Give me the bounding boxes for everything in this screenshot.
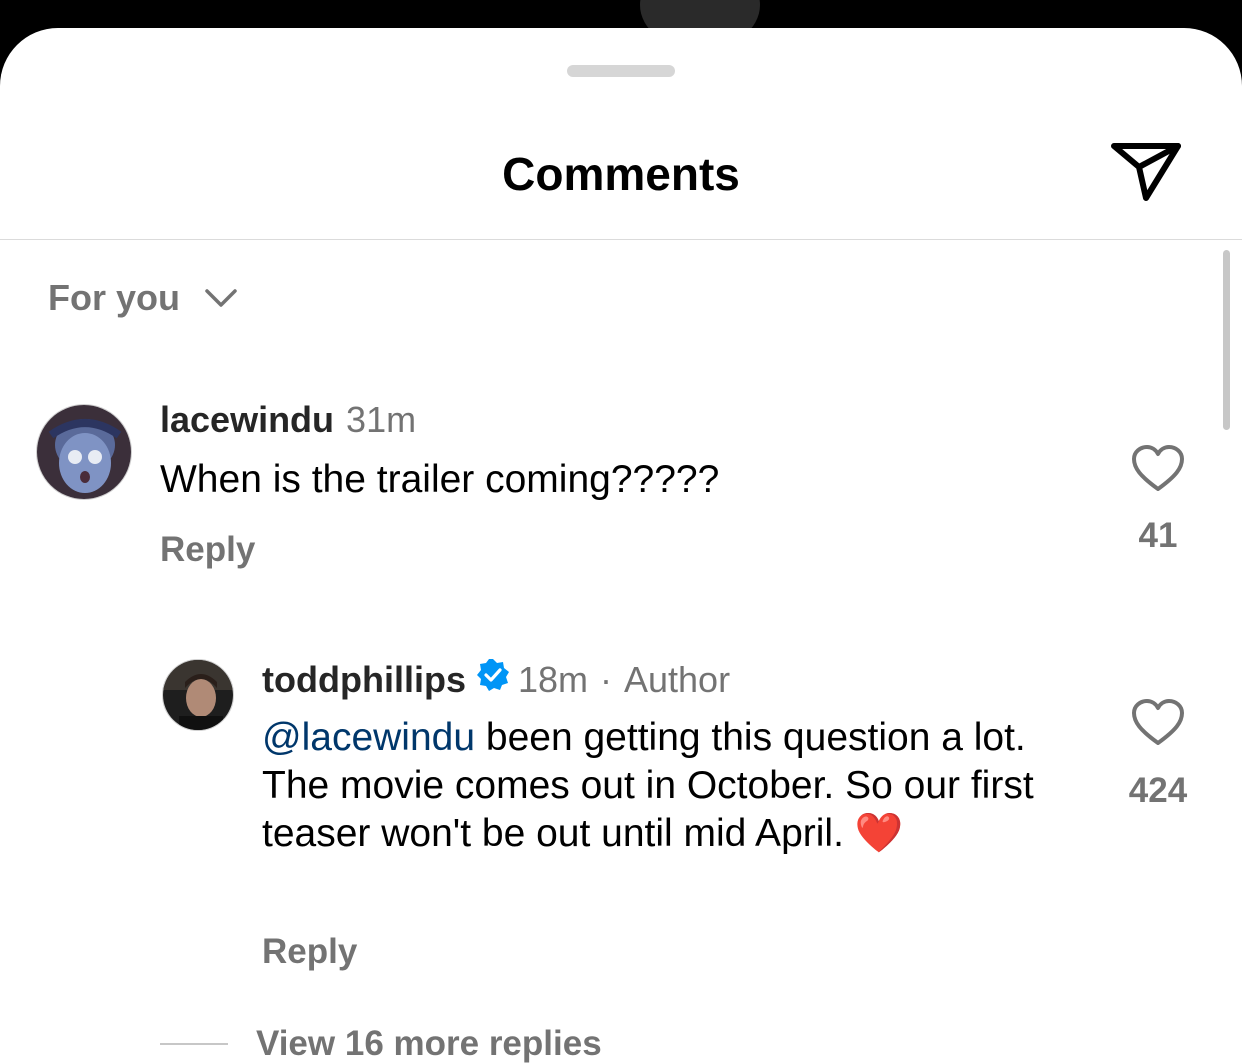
reply-button[interactable]: Reply — [160, 528, 255, 572]
paper-plane-icon — [1111, 143, 1181, 201]
sort-dropdown[interactable]: For you — [48, 276, 238, 320]
view-more-label: View 16 more replies — [256, 1024, 602, 1063]
view-more-divider — [160, 1043, 228, 1045]
sheet-grabber[interactable] — [567, 65, 675, 77]
reply-button[interactable]: Reply — [262, 930, 357, 974]
scrollbar[interactable] — [1223, 250, 1230, 430]
comment-header: lacewindu 31m — [160, 398, 416, 442]
sort-label: For you — [48, 277, 180, 318]
comment-text: When is the trailer coming????? — [160, 456, 1060, 504]
verified-badge-icon — [476, 658, 510, 702]
avatar[interactable] — [36, 404, 132, 500]
header-divider — [0, 239, 1242, 240]
comment-timestamp: 31m — [346, 399, 417, 440]
chevron-down-icon — [205, 289, 237, 307]
reply-header: toddphillips 18m · Author — [262, 658, 730, 702]
heart-outline-icon — [1132, 445, 1184, 491]
comment-username[interactable]: lacewindu — [160, 398, 334, 442]
like-button[interactable] — [1130, 444, 1186, 494]
mention-link[interactable]: @lacewindu — [262, 716, 475, 759]
comments-sheet: Comments For you lacewindu 31m When is t… — [0, 28, 1242, 1064]
comment-text: @lacewindu been getting this question a … — [262, 714, 1062, 858]
heart-outline-icon — [1132, 699, 1184, 745]
meta-separator: · — [600, 659, 612, 700]
view-more-replies-button[interactable]: View 16 more replies — [160, 1022, 602, 1064]
like-count: 41 — [1138, 516, 1178, 555]
comment-username[interactable]: toddphillips — [262, 658, 466, 702]
sheet-title: Comments — [502, 148, 740, 200]
heart-emoji: ❤️ — [854, 812, 904, 855]
comment-timestamp: 18m — [517, 659, 588, 700]
share-button[interactable] — [1108, 138, 1184, 204]
like-button[interactable] — [1130, 698, 1186, 748]
like-count: 424 — [1128, 771, 1188, 810]
comment-body: When is the trailer coming????? — [160, 458, 720, 501]
avatar[interactable] — [162, 659, 234, 731]
author-label: Author — [624, 659, 731, 700]
